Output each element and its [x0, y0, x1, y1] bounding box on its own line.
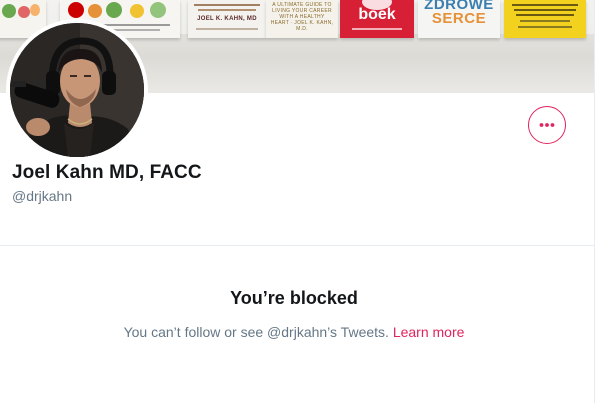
avatar-illustration — [10, 23, 144, 157]
learn-more-link[interactable]: Learn more — [393, 324, 465, 340]
more-options-button[interactable] — [528, 106, 566, 144]
banner-book-title: A ULTIMATE GUIDE TO LIVING YOUR CAREER W… — [270, 2, 334, 32]
profile-display-name: Joel Kahn MD, FACC — [12, 162, 202, 183]
blocked-message: You can’t follow or see @drjkahn’s Tweet… — [123, 324, 389, 340]
avatar[interactable] — [6, 19, 148, 161]
blocked-message-line: You can’t follow or see @drjkahn’s Tweet… — [0, 324, 588, 340]
banner-book: boek — [340, 0, 414, 38]
profile-column: JOEL K. KAHN, MD A ULTIMATE GUIDE TO LIV… — [0, 0, 595, 403]
blocked-title: You’re blocked — [230, 288, 358, 308]
banner-book: ZDROWE SERCE — [418, 0, 500, 38]
more-horizontal-icon — [539, 123, 555, 127]
banner-book: JOEL K. KAHN, MD — [188, 0, 266, 38]
avatar-photo — [10, 23, 144, 157]
banner-book: A ULTIMATE GUIDE TO LIVING YOUR CAREER W… — [266, 0, 338, 38]
page: JOEL K. KAHN, MD A ULTIMATE GUIDE TO LIV… — [0, 0, 613, 403]
banner-book-title-2: SERCE — [431, 10, 487, 27]
profile-handle: @drjkahn — [12, 188, 73, 204]
banner-book-title: boek — [358, 6, 396, 23]
profile-header: Joel Kahn MD, FACC @drjkahn — [0, 19, 594, 246]
banner-book-title: JOEL K. KAHN, MD — [197, 16, 257, 22]
banner-book — [504, 0, 586, 38]
blocked-notice: You’re blocked You can’t follow or see @… — [0, 246, 594, 403]
